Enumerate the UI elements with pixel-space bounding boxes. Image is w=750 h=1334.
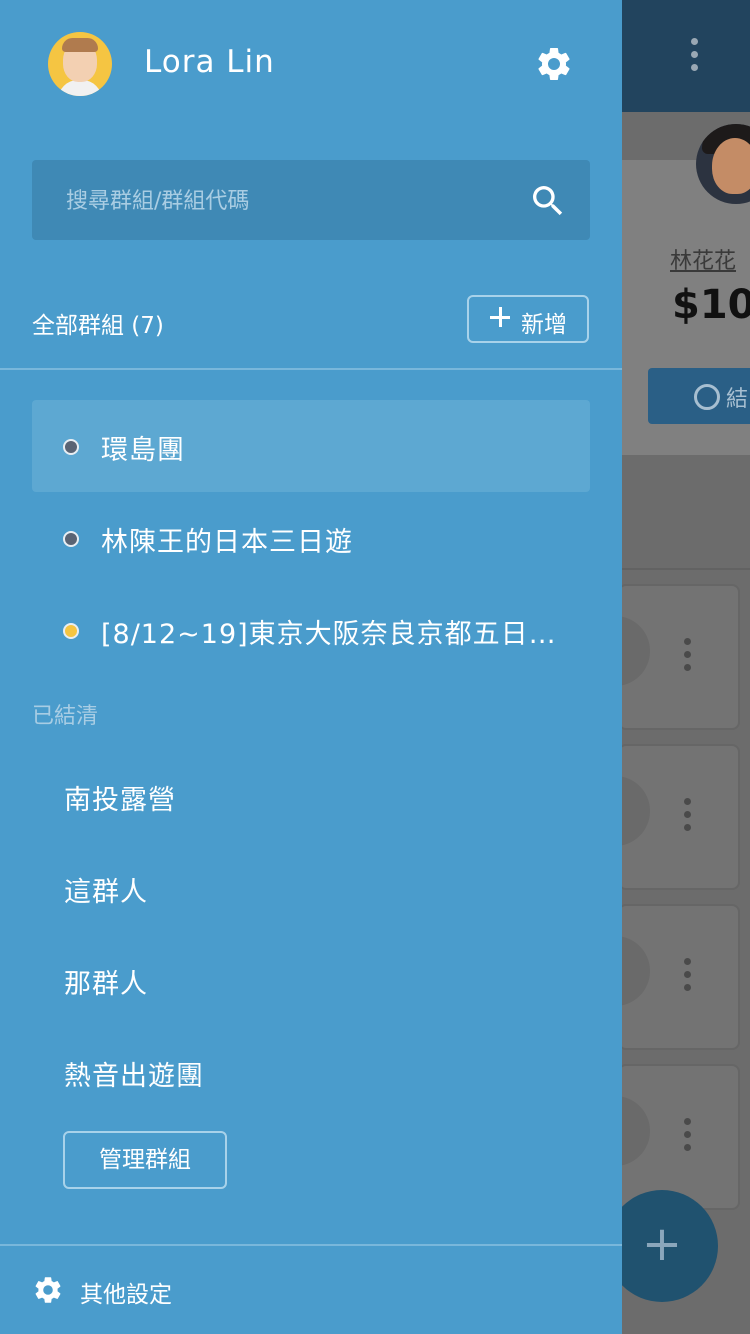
divider — [0, 368, 622, 370]
settled-group-item[interactable]: 南投露營 — [64, 778, 176, 817]
group-label: [8/12~19]東京大阪奈良京都五日… — [101, 619, 557, 650]
add-group-button[interactable]: 新增 — [467, 295, 589, 343]
add-fab-button[interactable]: + — [606, 1190, 718, 1302]
plus-icon — [489, 306, 511, 328]
settled-group-item[interactable]: 熱音出遊團 — [64, 1054, 204, 1093]
settle-button-label: 結 — [726, 387, 749, 412]
search-box — [32, 160, 590, 240]
manage-groups-button[interactable]: 管理群組 — [63, 1131, 227, 1189]
group-item[interactable]: [8/12~19]東京大阪奈良京都五日… — [32, 584, 590, 676]
list-item[interactable] — [580, 904, 740, 1050]
group-item-active[interactable]: 環島團 — [32, 400, 590, 492]
group-label: 環島團 — [101, 435, 185, 466]
search-input[interactable] — [64, 182, 528, 220]
settle-button[interactable]: 結 — [648, 368, 750, 424]
all-groups-header: 全部群組 (7) — [32, 313, 164, 339]
user-name: Lora Lin — [144, 44, 275, 80]
group-item[interactable]: 林陳王的日本三日遊 — [32, 492, 590, 584]
divider — [0, 1244, 622, 1246]
more-options-icon[interactable] — [684, 1118, 691, 1157]
navigation-drawer: Lora Lin 全部群組 (7) 新增 環島團 林陳王的日本三日遊 [8/12… — [0, 0, 622, 1334]
more-options-icon[interactable] — [686, 38, 702, 78]
more-options-icon[interactable] — [684, 958, 691, 997]
list-item[interactable] — [580, 1064, 740, 1210]
status-dot-icon — [63, 439, 79, 455]
member-amount: $10 — [672, 282, 750, 328]
settled-section-header: 已結清 — [32, 704, 99, 729]
more-options-icon[interactable] — [684, 638, 691, 677]
add-group-label: 新增 — [521, 312, 567, 338]
settled-group-item[interactable]: 那群人 — [64, 962, 148, 1001]
list-item[interactable] — [580, 744, 740, 890]
check-circle-icon — [694, 384, 720, 410]
background-divider — [622, 568, 750, 570]
search-icon[interactable] — [528, 181, 568, 221]
other-settings-link[interactable]: 其他設定 — [80, 1275, 172, 1309]
more-options-icon[interactable] — [684, 798, 691, 837]
avatar[interactable] — [48, 32, 112, 96]
gear-icon[interactable] — [534, 44, 574, 84]
gear-icon[interactable] — [32, 1274, 64, 1306]
status-dot-icon — [63, 531, 79, 547]
settled-group-item[interactable]: 這群人 — [64, 870, 148, 909]
status-dot-icon — [63, 623, 79, 639]
group-label: 林陳王的日本三日遊 — [101, 527, 353, 558]
list-item[interactable] — [580, 584, 740, 730]
member-name[interactable]: 林花花 — [670, 243, 736, 275]
